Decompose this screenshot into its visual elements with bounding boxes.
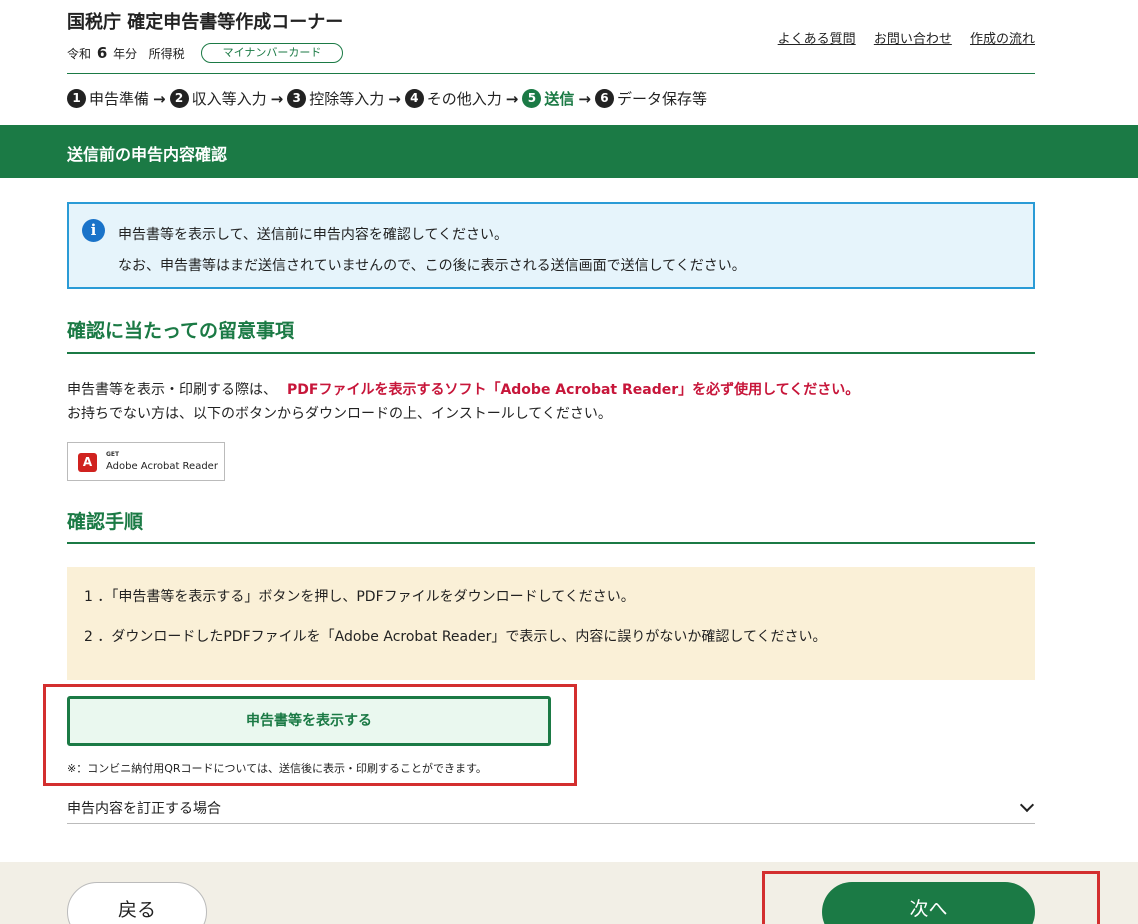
procedure-step-2: 2 ．ダウンロードしたPDFファイルを「Adobe Acrobat Reader…	[84, 629, 827, 645]
faq-link[interactable]: よくある質問	[778, 32, 856, 47]
flow-link[interactable]: 作成の流れ	[970, 32, 1035, 47]
step-label: その他入力	[426, 90, 502, 108]
step-6: 6 データ保存等	[594, 88, 707, 109]
info-line-1: 申告書等を表示して、送信前に申告内容を確認してください。	[118, 227, 509, 243]
adobe-name-label: Adobe Acrobat Reader	[106, 461, 218, 472]
adobe-pdf-icon: A	[78, 453, 97, 472]
site-title: 国税庁 確定申告書等作成コーナー	[67, 12, 344, 33]
step-1: 1 申告準備	[67, 88, 149, 109]
notes-heading: 確認に当たっての留意事項	[67, 316, 1035, 354]
mynumber-card-badge: マイナンバーカード	[201, 43, 343, 63]
correction-accordion[interactable]: 申告内容を訂正する場合	[67, 794, 1035, 824]
page-title: 送信前の申告内容確認	[67, 145, 228, 164]
step-5-current: 5 送信	[522, 88, 574, 109]
step-number: 4	[404, 89, 424, 108]
info-line-2: なお、申告書等はまだ送信されていませんので、この後に表示される送信画面で送信して…	[118, 258, 746, 274]
arrow-right-icon: →	[388, 89, 401, 108]
notes-text-line2: お持ちでない方は、以下のボタンからダウンロードの上、インストールしてください。	[67, 406, 612, 422]
step-label: 控除等入力	[309, 90, 385, 108]
info-message-box: i 申告書等を表示して、送信前に申告内容を確認してください。 なお、申告書等はま…	[67, 202, 1035, 289]
info-text: 申告書等を表示して、送信前に申告内容を確認してください。 なお、申告書等はまだ送…	[118, 220, 746, 282]
arrow-right-icon: →	[270, 89, 284, 108]
era-label: 令和	[67, 47, 92, 61]
step-label: 収入等入力	[191, 90, 267, 108]
year-number: 6	[96, 44, 108, 62]
arrow-right-icon: →	[153, 89, 166, 108]
step-number: 1	[67, 89, 86, 108]
step-4: 4 その他入力	[404, 88, 502, 109]
highlight-box	[43, 684, 577, 786]
highlight-box	[762, 871, 1100, 924]
arrow-right-icon: →	[505, 89, 519, 108]
contact-link[interactable]: お問い合わせ	[874, 32, 952, 47]
procedure-step-1: 1 ．「申告書等を表示する」ボタンを押し、PDFファイルをダウンロードしてくださ…	[84, 589, 635, 605]
tax-type-label: 所得税	[148, 47, 185, 61]
back-button[interactable]: 戻る	[67, 882, 207, 924]
arrow-right-icon: →	[578, 89, 591, 108]
correction-label: 申告内容を訂正する場合	[67, 801, 221, 817]
procedure-heading: 確認手順	[67, 507, 1035, 544]
step-number: 2	[169, 89, 189, 108]
tax-year-line: 令和 6 年分 所得税	[67, 44, 185, 62]
info-icon: i	[82, 219, 105, 242]
step-number: 3	[287, 89, 307, 108]
year-suffix: 年分	[113, 47, 138, 61]
notes-text-warning: PDFファイルを表示するソフト「Adobe Acrobat Reader」を必ず…	[287, 382, 860, 398]
progress-steps: 1 申告準備 → 2 収入等入力 → 3 控除等入力 → 4 その他入力 → 5 送信 →…	[67, 88, 707, 109]
step-2: 2 収入等入力	[169, 88, 267, 109]
chevron-down-icon	[1019, 797, 1035, 813]
step-label: 送信	[544, 90, 575, 108]
step-label: 申告準備	[89, 90, 150, 108]
procedure-box: 1 ．「申告書等を表示する」ボタンを押し、PDFファイルをダウンロードしてくださ…	[67, 567, 1035, 680]
adobe-get-label: GET	[106, 451, 120, 458]
notes-text: 申告書等を表示・印刷する際は、 PDFファイルを表示するソフト「Adobe Acr…	[67, 378, 859, 426]
page-title-bar: 送信前の申告内容確認	[0, 125, 1138, 178]
header-links: よくある質問 お問い合わせ 作成の流れ	[764, 28, 1035, 47]
get-adobe-reader-button[interactable]: A GET Adobe Acrobat Reader	[67, 442, 225, 481]
step-label: データ保存等	[616, 90, 707, 108]
notes-text-plain: 申告書等を表示・印刷する際は、	[67, 382, 277, 398]
step-number: 6	[594, 89, 614, 108]
site-header: 国税庁 確定申告書等作成コーナー 令和 6 年分 所得税 マイナンバーカード よ…	[67, 0, 1035, 74]
step-3: 3 控除等入力	[287, 88, 384, 109]
step-number: 5	[522, 89, 542, 108]
